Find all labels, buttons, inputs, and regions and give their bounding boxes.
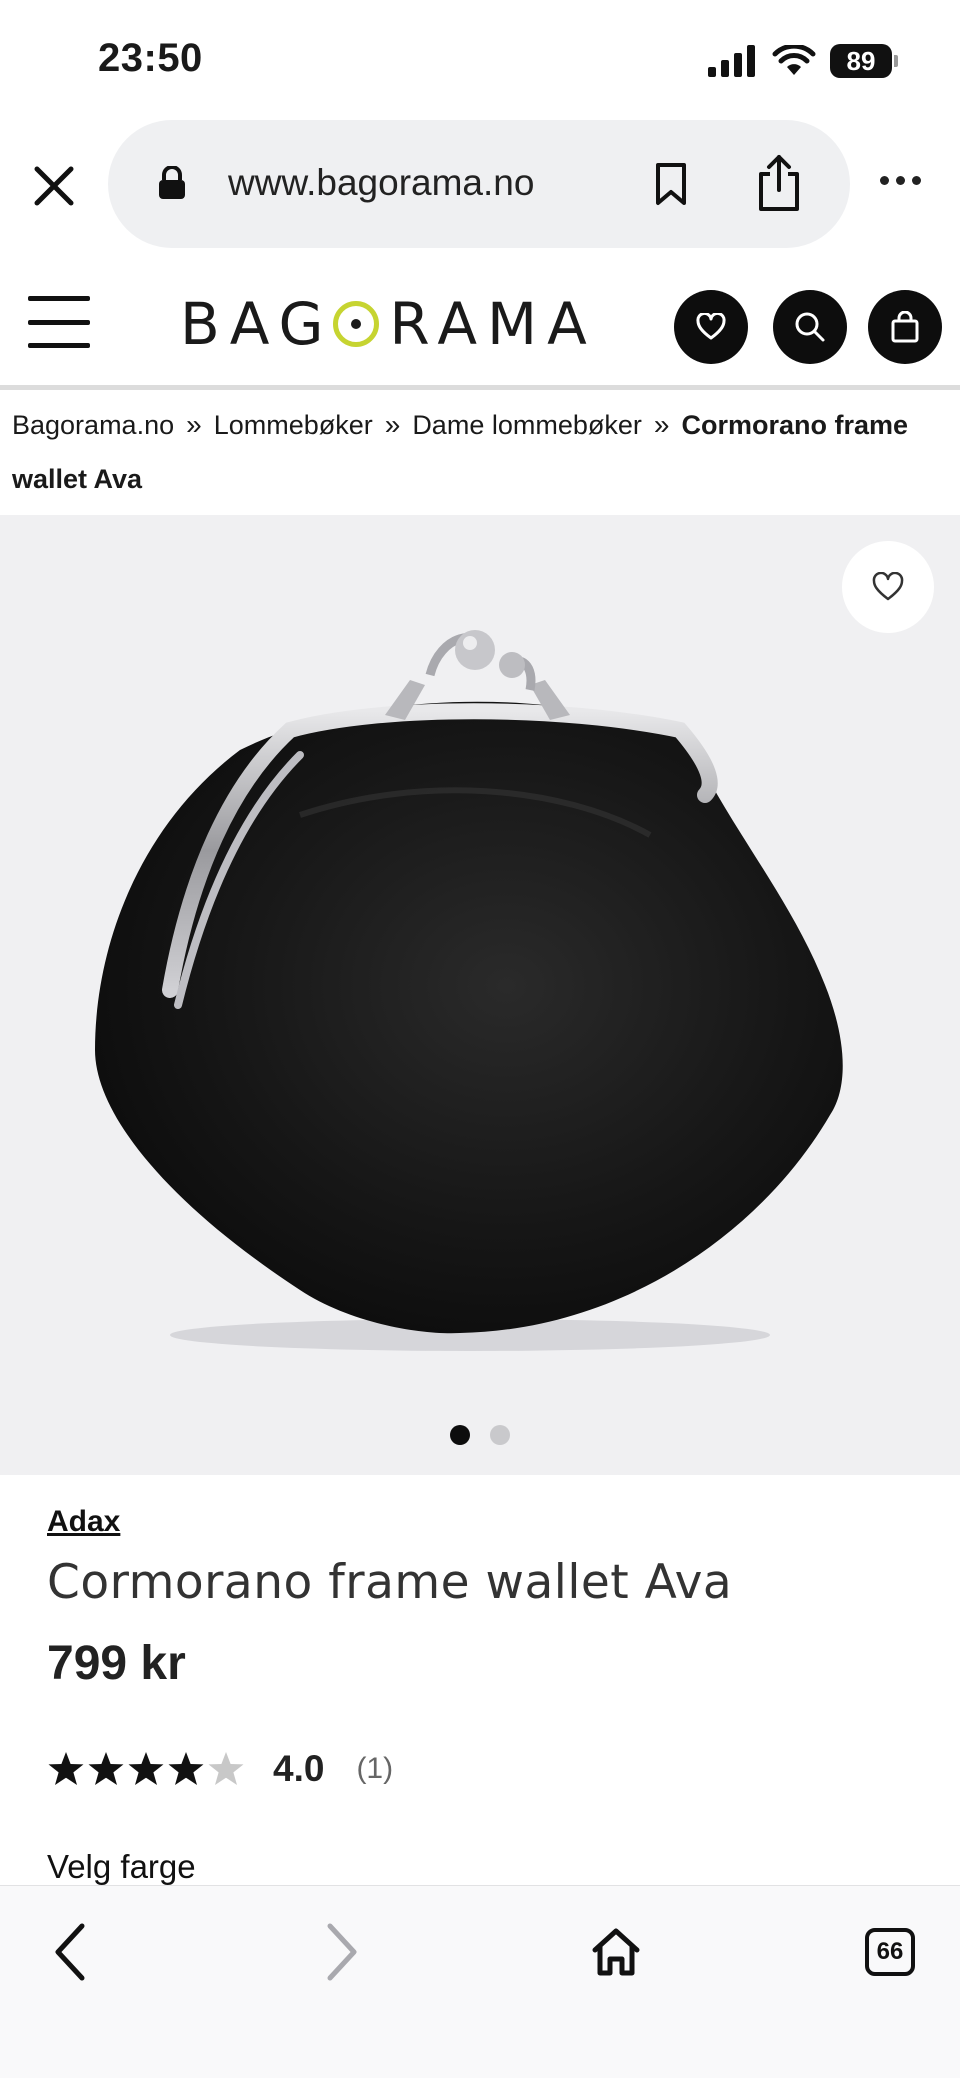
status-bar: 23:50 89 [0,0,960,120]
cellular-signal-icon [708,45,755,77]
browser-toolbar: 66 [0,1885,960,2078]
more-options-icon[interactable] [880,176,921,185]
breadcrumb-link-womens-wallets[interactable]: Dame lommebøker [412,410,642,440]
breadcrumb-separator: » [653,409,670,440]
forward-button[interactable] [302,1912,382,1992]
site-header: BAG RAMA [0,260,960,390]
site-logo[interactable]: BAG RAMA [180,290,597,358]
search-icon [795,312,825,342]
star-filled-icon [128,1752,164,1785]
wifi-icon [772,45,816,75]
product-brand-link[interactable]: Adax [47,1505,120,1539]
battery-icon: 89 [830,44,898,78]
close-button[interactable] [24,156,84,216]
heart-icon [696,313,726,340]
tabs-button[interactable]: 66 [850,1912,930,1992]
carousel-dot-1[interactable] [450,1425,470,1445]
product-title: Cormorano frame wallet Ava [47,1555,733,1610]
menu-icon[interactable] [28,296,90,348]
logo-mark-icon [333,301,380,347]
heart-outline-icon [872,572,904,601]
star-filled-icon [48,1752,84,1785]
chevron-right-icon [327,1923,357,1981]
star-empty-icon [208,1752,244,1785]
product-rating[interactable]: 4.0 (1) [47,1748,393,1790]
bookmark-icon[interactable] [654,162,688,206]
back-button[interactable] [30,1912,110,1992]
status-icons: 89 [708,44,898,78]
breadcrumb-separator: » [384,409,401,440]
shopping-bag-icon [891,311,919,343]
breadcrumb: Bagorama.no» Lommebøker» Dame lommebøker» C… [12,398,952,506]
battery-cap [894,55,898,67]
home-icon [592,1928,640,1976]
logo-text-start: BAG [180,290,334,358]
choose-color-label: Velg farge [47,1848,196,1885]
add-to-wishlist-button[interactable] [842,541,934,633]
browser-bar: www.bagorama.no [0,120,960,248]
product-photo [95,630,843,1351]
close-icon [34,166,74,206]
search-button[interactable] [773,290,847,364]
product-price: 799 kr [47,1637,186,1690]
home-button[interactable] [576,1912,656,1992]
url-text: www.bagorama.no [228,162,535,203]
product-image-carousel[interactable] [0,515,960,1475]
star-filled-icon [88,1752,124,1785]
star-filled-icon [168,1752,204,1785]
battery-level: 89 [830,44,892,78]
lock-icon [159,166,185,199]
breadcrumb-link-wallets[interactable]: Lommebøker [214,410,373,440]
carousel-dot-2[interactable] [490,1425,510,1445]
cart-button[interactable] [868,290,942,364]
review-count[interactable]: (1) [356,1752,393,1786]
carousel-indicator [450,1425,510,1445]
chevron-left-icon [55,1923,85,1981]
wishlist-button[interactable] [674,290,748,364]
breadcrumb-separator: » [186,409,202,440]
breadcrumb-link-home[interactable]: Bagorama.no [12,410,174,440]
logo-text-end: RAMA [389,290,597,358]
tab-count-icon: 66 [865,1928,915,1976]
rating-stars [47,1751,245,1787]
status-time: 23:50 [98,36,203,80]
address-bar[interactable]: www.bagorama.no [108,120,850,248]
share-icon[interactable] [756,154,802,212]
rating-value: 4.0 [273,1748,325,1789]
